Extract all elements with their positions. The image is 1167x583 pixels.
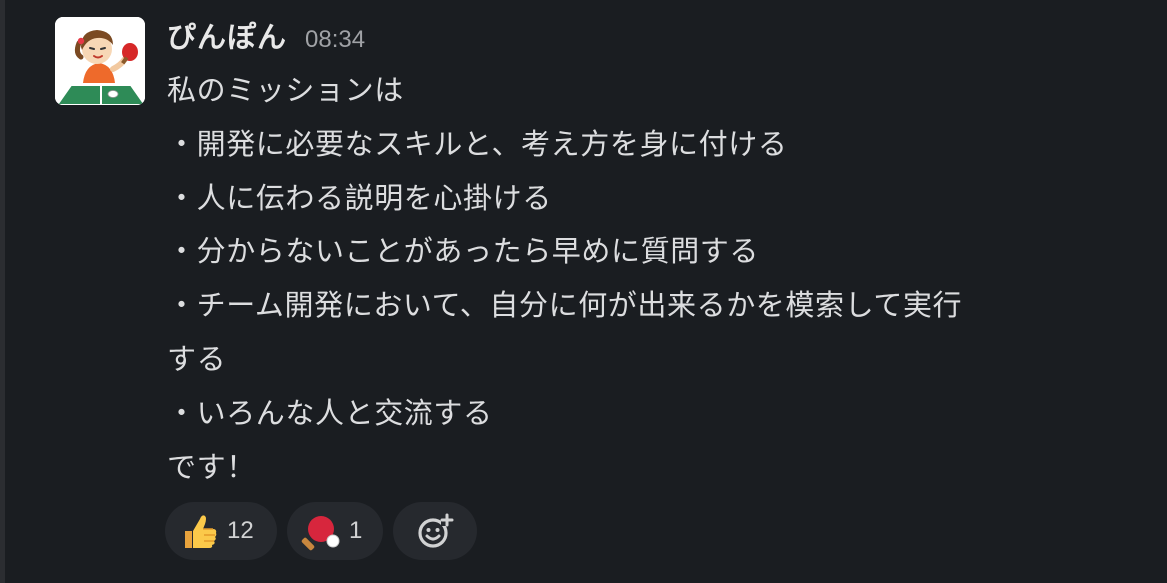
message-line: ・開発に必要なスキルと、考え方を身に付ける <box>167 126 788 161</box>
message-line: です！ <box>167 449 256 484</box>
message: ぴんぽん 08:34 私のミッションは ・開発に必要なスキルと、考え方を身に付け… <box>0 0 1167 583</box>
message-line: する <box>167 341 227 376</box>
message-line: 私のミッションは <box>167 73 404 107</box>
ping-pong-icon <box>301 511 341 551</box>
timestamp[interactable]: 08:34 <box>305 26 365 54</box>
avatar-image <box>55 17 145 105</box>
reactions-bar: 12 1 <box>165 502 477 560</box>
message-line: ・いろんな人と交流する <box>167 395 493 430</box>
message-body: 私のミッションは ・開発に必要なスキルと、考え方を身に付ける ・人に伝わる説明を… <box>167 64 1127 494</box>
username[interactable]: ぴんぽん <box>167 14 287 56</box>
reaction-count: 1 <box>349 517 363 544</box>
thumbs-up-icon <box>179 511 219 551</box>
add-reaction-icon <box>415 511 455 551</box>
reaction-ping-pong[interactable]: 1 <box>287 502 383 560</box>
message-header: ぴんぽん 08:34 <box>167 14 365 58</box>
reaction-thumbs-up[interactable]: 12 <box>165 502 277 560</box>
message-line: ・チーム開発において、自分に何が出来るかを模索して実行 <box>167 288 963 323</box>
message-line: ・分からないことがあったら早めに質問する <box>167 234 760 269</box>
reaction-count: 12 <box>227 517 254 544</box>
message-line: ・人に伝わる説明を心掛ける <box>167 180 552 215</box>
avatar[interactable] <box>55 17 145 105</box>
add-reaction-button[interactable] <box>393 502 477 560</box>
